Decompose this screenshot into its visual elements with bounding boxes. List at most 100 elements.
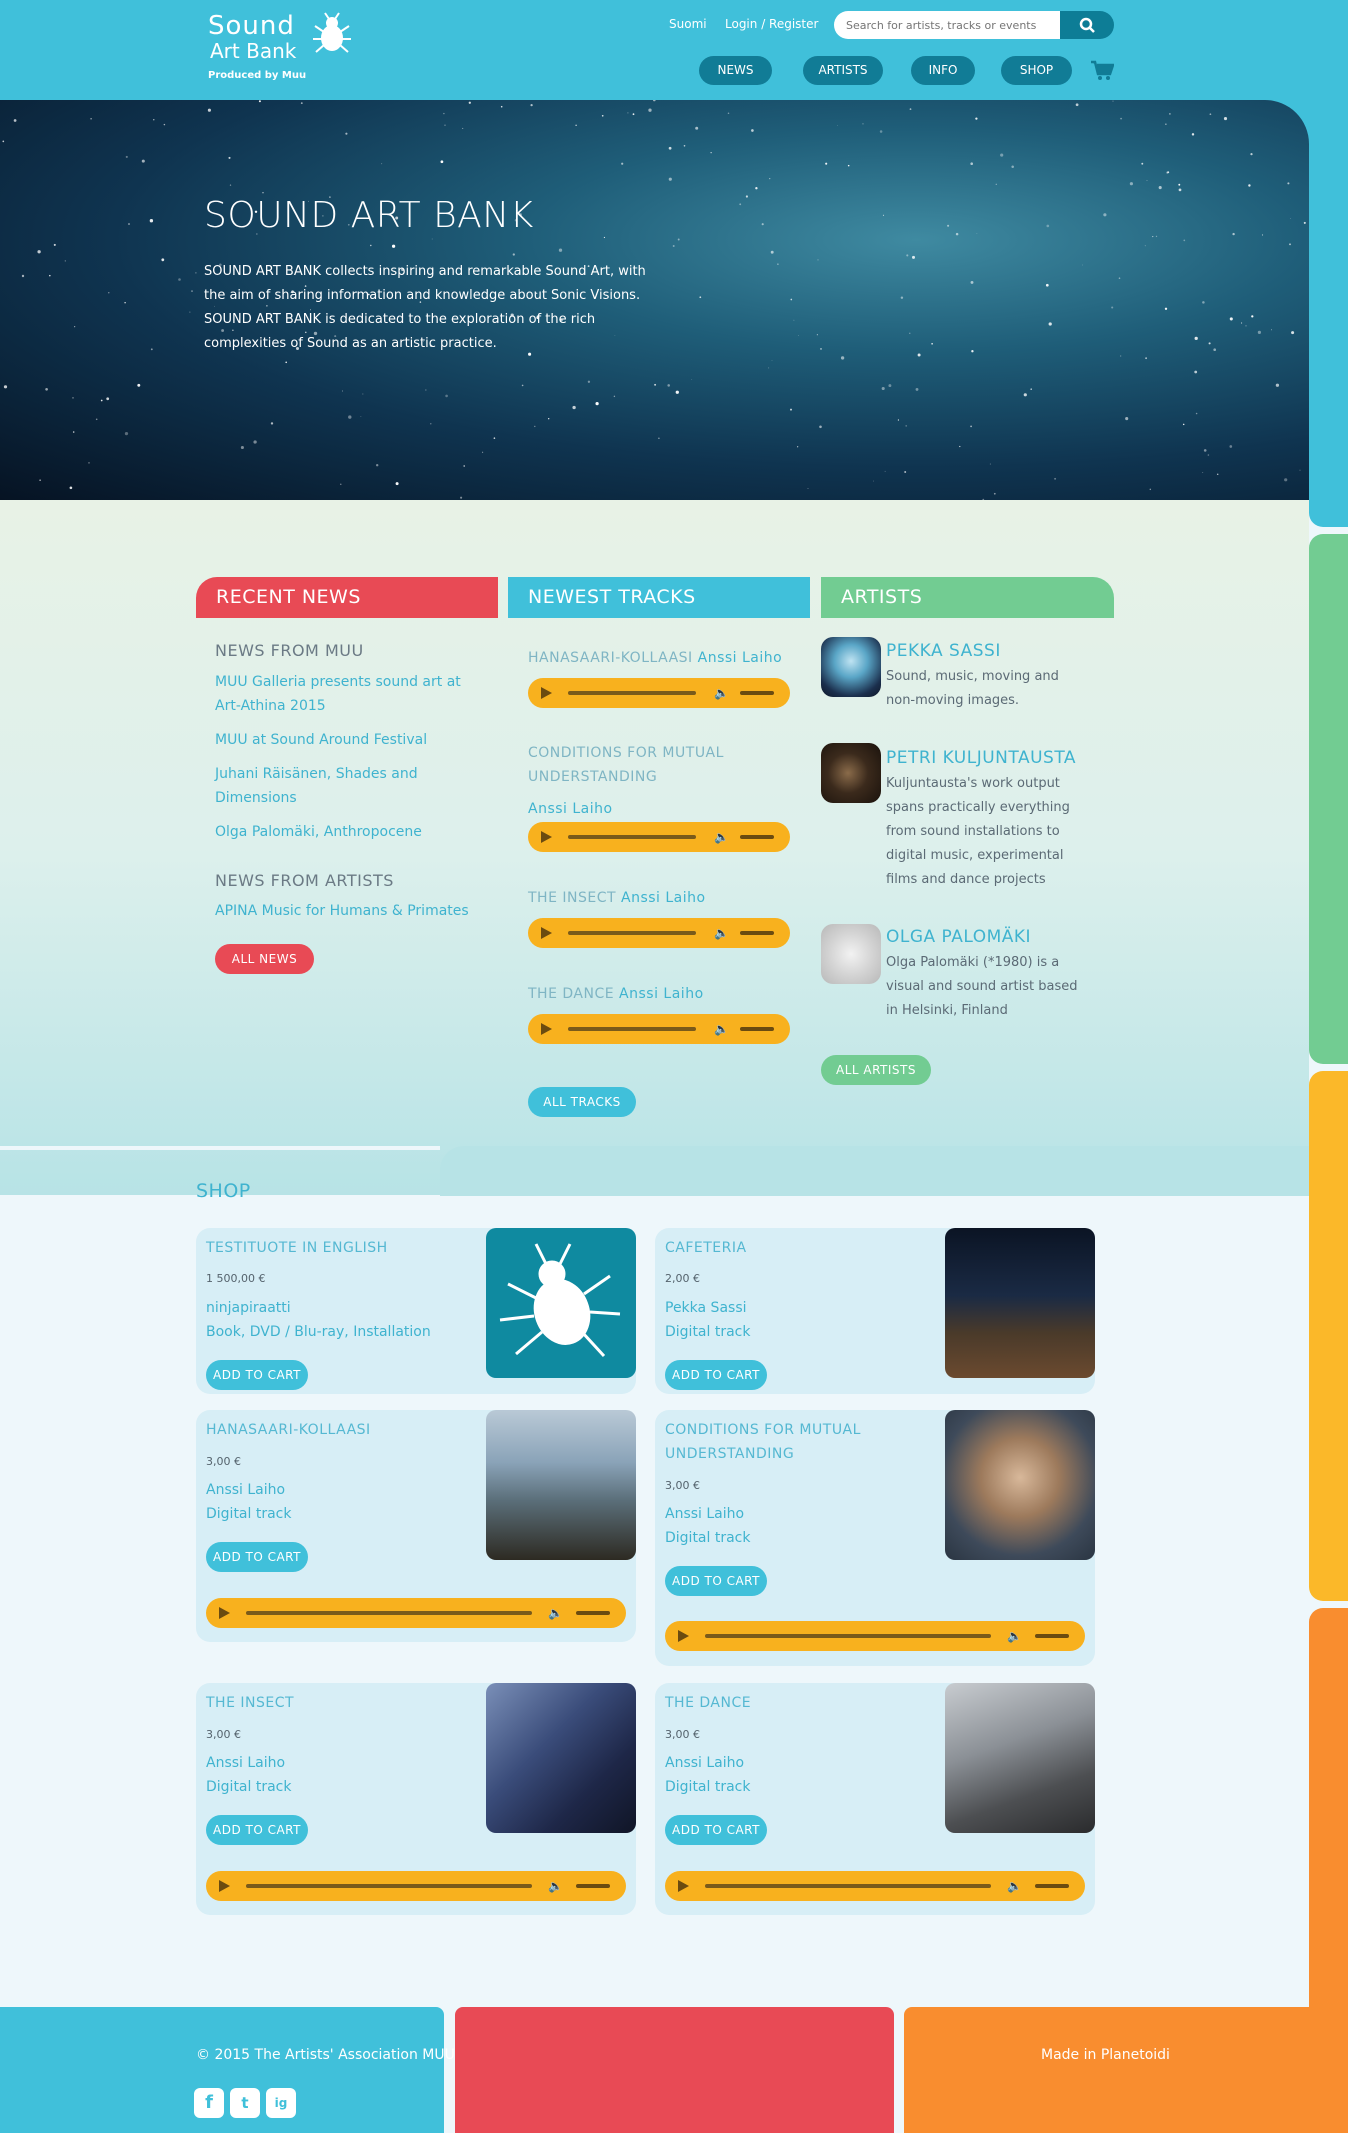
play-icon[interactable] [219,1607,230,1619]
volume-icon[interactable]: 🔈 [1007,1630,1022,1642]
product-image[interactable] [945,1410,1095,1560]
play-icon[interactable] [541,687,552,699]
track-title[interactable]: THE INSECT Anssi Laiho [528,886,706,910]
nav-info[interactable]: INFO [911,56,975,85]
volume-icon[interactable]: 🔈 [714,831,729,843]
audio-player[interactable]: 🔈 [206,1598,626,1628]
site-logo[interactable]: Sound Art Bank Produced by Muu [208,12,306,81]
nav-artists[interactable]: ARTISTS [803,56,883,85]
volume-bar[interactable] [740,1027,774,1031]
progress-bar[interactable] [705,1884,991,1888]
volume-bar[interactable] [1035,1884,1069,1888]
volume-icon[interactable]: 🔈 [1007,1880,1022,1892]
audio-player[interactable]: 🔈 [528,1014,790,1044]
play-icon[interactable] [541,927,552,939]
audio-player[interactable]: 🔈 [665,1871,1085,1901]
news-item[interactable]: Olga Palomäki, Anthropocene [215,820,422,844]
footer-block-orange [904,2007,1309,2133]
all-artists-button[interactable]: ALL ARTISTS [821,1055,931,1085]
play-icon[interactable] [541,1023,552,1035]
volume-icon[interactable]: 🔈 [714,1023,729,1035]
volume-bar[interactable] [740,835,774,839]
product-title[interactable]: TESTITUOTE IN ENGLISH [206,1236,388,1260]
search-input[interactable] [834,11,1060,39]
play-icon[interactable] [678,1880,689,1892]
progress-bar[interactable] [568,691,696,695]
product-image[interactable] [945,1228,1095,1378]
track-title[interactable]: THE DANCE Anssi Laiho [528,982,704,1006]
product-title[interactable]: HANASAARI-KOLLAASI [206,1418,371,1442]
nav-news[interactable]: NEWS [699,56,772,85]
play-icon[interactable] [678,1630,689,1642]
product-artist[interactable]: Anssi Laiho [665,1751,744,1775]
product-artist[interactable]: Anssi Laiho [206,1478,285,1502]
volume-bar[interactable] [576,1611,610,1615]
audio-player[interactable]: 🔈 [528,918,790,948]
product-image[interactable] [486,1683,636,1833]
product-title[interactable]: CAFETERIA [665,1236,747,1260]
news-item[interactable]: MUU Galleria presents sound art at Art-A… [215,670,475,718]
product-title[interactable]: CONDITIONS FOR MUTUAL UNDERSTANDING [665,1418,895,1466]
product-artist[interactable]: Anssi Laiho [665,1502,744,1526]
add-to-cart-button[interactable]: ADD TO CART [665,1815,767,1845]
volume-icon[interactable]: 🔈 [548,1880,563,1892]
volume-bar[interactable] [1035,1634,1069,1638]
news-item[interactable]: Juhani Räisänen, Shades and Dimensions [215,762,435,810]
progress-bar[interactable] [568,835,696,839]
play-icon[interactable] [541,831,552,843]
star [1194,370,1198,374]
volume-icon[interactable]: 🔈 [714,927,729,939]
volume-bar[interactable] [740,691,774,695]
product-image[interactable] [486,1228,636,1378]
star [955,232,959,236]
add-to-cart-button[interactable]: ADD TO CART [665,1360,767,1390]
login-register-link[interactable]: Login / Register [725,17,818,31]
volume-bar[interactable] [576,1884,610,1888]
search-button[interactable] [1060,11,1114,39]
progress-bar[interactable] [246,1884,532,1888]
volume-icon[interactable]: 🔈 [548,1607,563,1619]
audio-player[interactable]: 🔈 [206,1871,626,1901]
twitter-icon[interactable]: t [230,2088,260,2118]
product-artist[interactable]: Anssi Laiho [206,1751,285,1775]
all-news-button[interactable]: ALL NEWS [215,944,314,974]
progress-bar[interactable] [705,1634,991,1638]
product-title[interactable]: THE DANCE [665,1691,751,1715]
add-to-cart-button[interactable]: ADD TO CART [206,1542,308,1572]
news-item[interactable]: APINA Music for Humans & Primates [215,899,469,923]
artist-avatar[interactable] [821,637,881,697]
progress-bar[interactable] [568,931,696,935]
artist-name[interactable]: PETRI KULJUNTAUSTA [886,748,1076,768]
product-artist[interactable]: Pekka Sassi [665,1296,747,1320]
track-title[interactable]: HANASAARI-KOLLAASI Anssi Laiho [528,646,782,670]
product-title[interactable]: THE INSECT [206,1691,294,1715]
instagram-icon[interactable]: ig [266,2088,296,2118]
track-title[interactable]: CONDITIONS FOR MUTUAL UNDERSTANDING Anssi… [528,741,748,821]
play-icon[interactable] [219,1880,230,1892]
star [39,479,41,481]
news-item[interactable]: MUU at Sound Around Festival [215,728,427,752]
nav-shop[interactable]: SHOP [1001,56,1072,85]
progress-bar[interactable] [246,1611,532,1615]
facebook-icon[interactable]: f [194,2088,224,2118]
volume-icon[interactable]: 🔈 [714,687,729,699]
add-to-cart-button[interactable]: ADD TO CART [206,1815,308,1845]
product-artist[interactable]: ninjapiraatti [206,1296,291,1320]
audio-player[interactable]: 🔈 [528,678,790,708]
progress-bar[interactable] [568,1027,696,1031]
add-to-cart-button[interactable]: ADD TO CART [206,1360,308,1390]
artist-avatar[interactable] [821,743,881,803]
cart-icon[interactable] [1090,60,1114,82]
audio-player[interactable]: 🔈 [665,1621,1085,1651]
product-price: 3,00 € [665,1728,700,1741]
all-tracks-button[interactable]: ALL TRACKS [528,1087,636,1117]
add-to-cart-button[interactable]: ADD TO CART [665,1566,767,1596]
artist-name[interactable]: OLGA PALOMÄKI [886,927,1031,947]
audio-player[interactable]: 🔈 [528,822,790,852]
language-link[interactable]: Suomi [669,17,707,31]
artist-avatar[interactable] [821,924,881,984]
artist-name[interactable]: PEKKA SASSI [886,641,1001,661]
volume-bar[interactable] [740,931,774,935]
product-image[interactable] [486,1410,636,1560]
product-image[interactable] [945,1683,1095,1833]
